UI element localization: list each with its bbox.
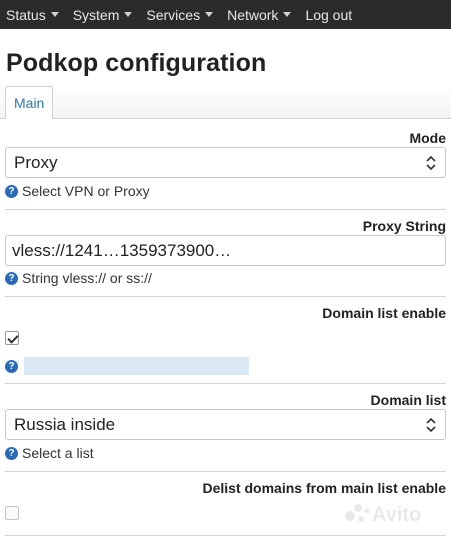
help-icon: ? [5, 271, 18, 285]
domain-list-label: Domain list [370, 392, 446, 408]
domain-list-enable-row [5, 331, 446, 345]
nav-status[interactable]: Status [6, 7, 59, 23]
domain-list-hint-row: ? Select a list [5, 445, 446, 461]
divider [5, 296, 446, 297]
proxy-string-label: Proxy String [362, 218, 446, 234]
domain-list-select-wrap: Russia inside [5, 409, 446, 440]
nav-logout-label: Log out [305, 6, 353, 23]
redacted-hint [24, 357, 249, 375]
proxy-string-section: Proxy String [5, 218, 446, 234]
proxy-string-hint: String vless:// or ss:// [22, 270, 152, 286]
proxy-string-wrap: vless://1241…1359373900… [5, 235, 446, 266]
nav-system-label: System [72, 6, 120, 23]
caret-down-icon [205, 12, 214, 17]
tab-main[interactable]: Main [5, 86, 54, 119]
select-updown-icon [426, 417, 436, 433]
mode-label: Mode [409, 130, 446, 146]
domain-list-hint: Select a list [22, 445, 94, 461]
nav-services[interactable]: Services [146, 6, 214, 23]
avito-watermark: Avito [344, 500, 439, 526]
mode-select-wrap: Proxy [5, 147, 446, 178]
domain-list-enable-section: Domain list enable [5, 305, 446, 321]
divider [5, 383, 446, 384]
delist-label: Delist domains from main list enable [202, 480, 446, 496]
mode-hint-row: ? Select VPN or Proxy [5, 183, 446, 199]
domain-list-value: Russia inside [14, 414, 116, 434]
domain-list-enable-checkbox[interactable] [5, 331, 19, 345]
domain-list-select[interactable]: Russia inside [5, 409, 446, 440]
nav-network-label: Network [227, 6, 279, 23]
nav-services-label: Services [146, 6, 201, 23]
tab-bar: Main [0, 86, 451, 119]
nav-system[interactable]: System [73, 7, 133, 23]
domain-list-enable-hint-row: ? [5, 357, 446, 375]
caret-down-icon [50, 12, 59, 17]
domain-list-enable-label: Domain list enable [322, 305, 446, 321]
domain-list-section: Domain list [5, 392, 446, 408]
mode-hint: Select VPN or Proxy [22, 183, 150, 199]
caret-down-icon [124, 12, 133, 17]
mode-section: Mode [5, 130, 446, 146]
avito-logo-icon: Avito [345, 504, 421, 526]
delist-section: Delist domains from main list enable [5, 480, 446, 496]
top-nav: Status System Services Network Log out [0, 0, 451, 29]
divider [5, 535, 446, 536]
help-icon: ? [5, 184, 18, 198]
proxy-hint-row: ? String vless:// or ss:// [5, 270, 446, 286]
watermark-text: Avito [372, 504, 421, 526]
delist-checkbox[interactable] [5, 506, 19, 520]
proxy-string-input[interactable]: vless://1241…1359373900… [5, 235, 446, 266]
caret-down-icon [283, 12, 292, 17]
mode-select[interactable]: Proxy [5, 147, 446, 178]
divider [5, 471, 446, 472]
page-title: Podkop configuration [6, 49, 267, 77]
divider [5, 209, 446, 210]
nav-logout[interactable]: Log out [305, 7, 352, 23]
nav-status-label: Status [6, 6, 46, 23]
help-icon: ? [5, 446, 18, 460]
nav-network[interactable]: Network [227, 6, 292, 23]
select-updown-icon [426, 155, 436, 171]
help-icon: ? [5, 359, 18, 373]
mode-select-value: Proxy [14, 152, 58, 172]
